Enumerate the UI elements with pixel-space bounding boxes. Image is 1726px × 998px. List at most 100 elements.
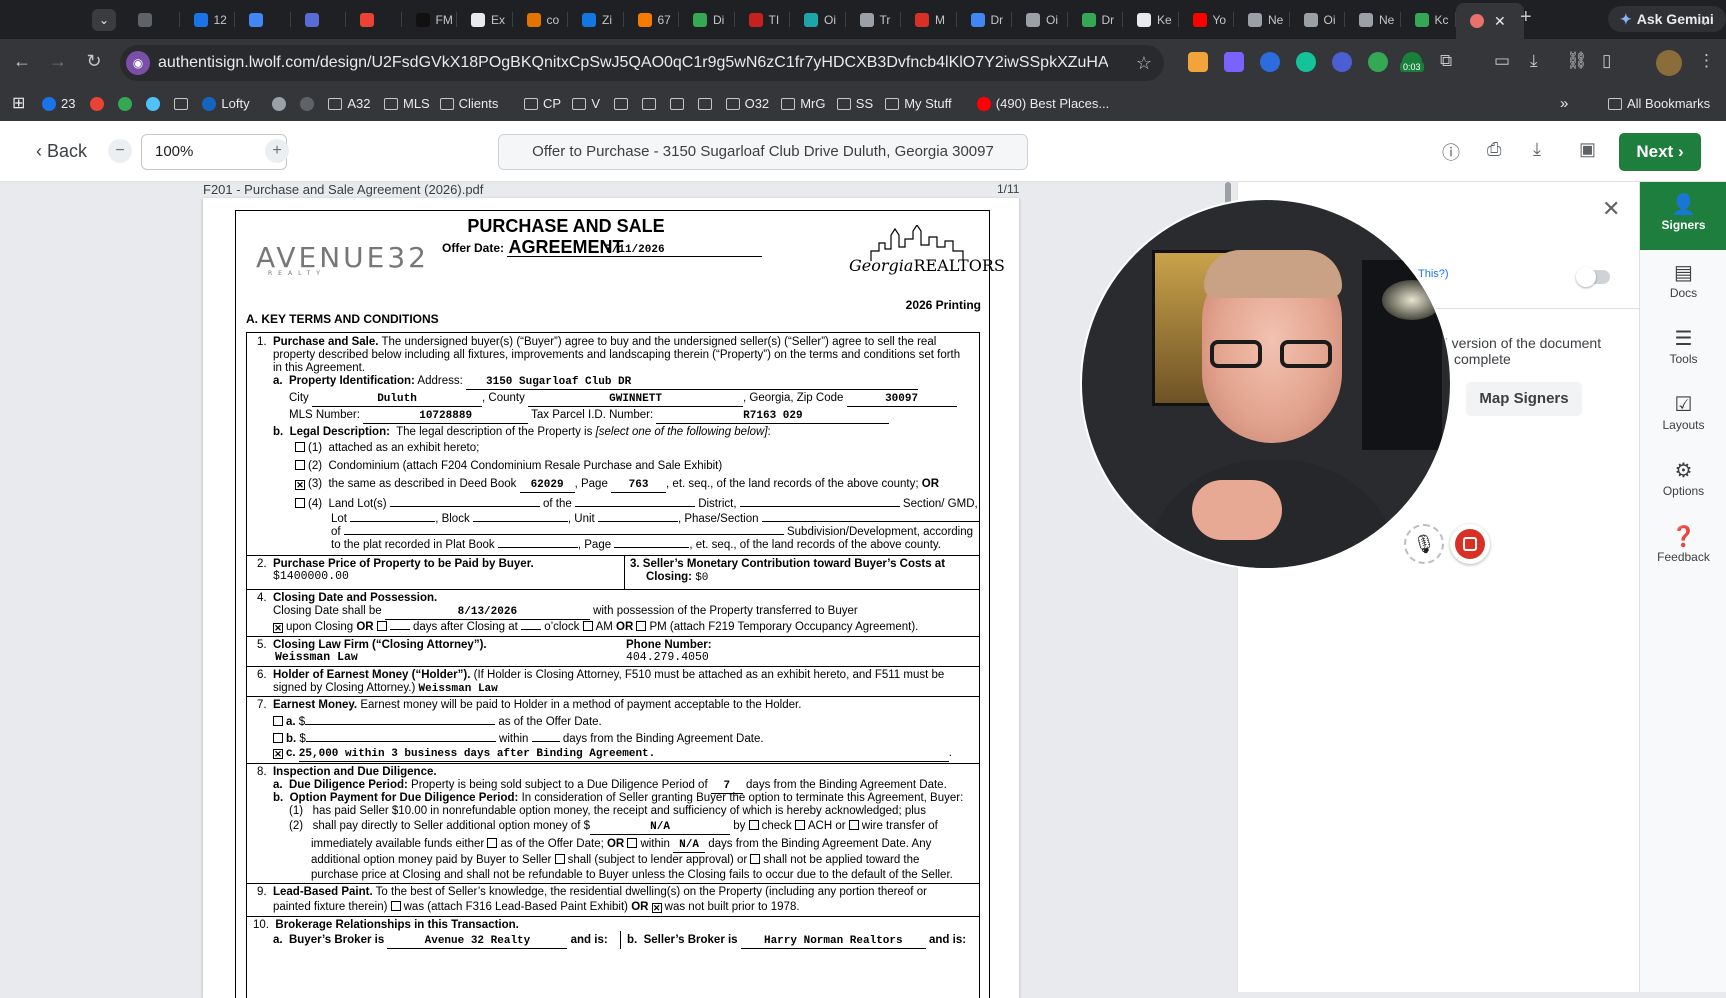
address-bar[interactable]: ◉ authentisign.lwolf.com/design/U2FsdGVk…: [120, 45, 1164, 81]
browser-tab[interactable]: M: [901, 0, 957, 39]
browser-tab[interactable]: [346, 0, 402, 39]
browser-tab[interactable]: Ex: [457, 0, 513, 39]
download-icon[interactable]: ⤓: [1530, 51, 1538, 71]
forward-arrow-icon[interactable]: →: [46, 51, 70, 72]
lead-paint-was-not-checkbox[interactable]: ✕: [651, 903, 662, 913]
browser-tab[interactable]: Yo: [1179, 0, 1235, 39]
browser-tab[interactable]: [124, 0, 180, 39]
closing-date-field[interactable]: 8/13/2026: [384, 605, 590, 620]
extension-icon-6[interactable]: [1368, 52, 1388, 72]
city-field[interactable]: Duluth: [312, 392, 482, 407]
deed-book-field[interactable]: 62029: [519, 478, 575, 493]
map-signers-button[interactable]: Map Signers: [1466, 382, 1582, 416]
bookmark-item[interactable]: Lofty: [202, 87, 250, 121]
earnest-a-checkbox[interactable]: [273, 716, 283, 726]
browser-tab[interactable]: Kc: [1401, 0, 1457, 39]
legal-option-1-checkbox[interactable]: [295, 442, 305, 452]
browser-tab[interactable]: 12: [180, 0, 236, 39]
bookmarks-overflow-icon[interactable]: »: [1560, 87, 1568, 121]
browser-tab[interactable]: TI: [735, 0, 791, 39]
bookmark-item[interactable]: [146, 87, 165, 121]
legal-option-4-checkbox[interactable]: [295, 498, 305, 508]
browser-tab[interactable]: Dr: [957, 0, 1013, 39]
bookmark-item[interactable]: A32: [328, 87, 371, 121]
print-icon[interactable]: ⎙: [1487, 139, 1501, 160]
phone-field[interactable]: 404.279.4050: [626, 651, 709, 665]
browser-tab[interactable]: Oi: [1012, 0, 1068, 39]
extension-icon-3[interactable]: [1260, 52, 1280, 72]
sidebar-item-docs[interactable]: ▤ Docs: [1640, 250, 1726, 314]
bookmark-item[interactable]: MLS: [384, 87, 430, 121]
browser-tab[interactable]: Di: [679, 0, 735, 39]
check-checkbox[interactable]: [748, 820, 759, 830]
bookmark-item[interactable]: V: [572, 87, 600, 121]
sidebar-item-tools[interactable]: ☰ Tools: [1640, 316, 1726, 380]
site-info-icon[interactable]: ◉: [126, 51, 150, 75]
browser-tab[interactable]: Oi: [790, 0, 846, 39]
back-arrow-icon[interactable]: ←: [10, 51, 34, 72]
new-tab-button[interactable]: +: [1520, 6, 1532, 29]
cast-icon[interactable]: ▭: [1494, 51, 1510, 71]
shall-checkbox[interactable]: [554, 854, 565, 864]
address-field[interactable]: 3150 Sugarloaf Club DR: [466, 375, 918, 390]
grammarly-icon[interactable]: [1296, 52, 1316, 72]
sidebar-item-signers[interactable]: 👤 Signers: [1640, 182, 1726, 250]
webcam-bubble[interactable]: [1080, 198, 1452, 570]
pm-checkbox[interactable]: [636, 621, 647, 631]
bookmark-item[interactable]: [697, 87, 717, 121]
browser-tab[interactable]: Dr: [1068, 0, 1124, 39]
seller-broker-field[interactable]: Harry Norman Realtors: [740, 934, 926, 949]
browser-tab[interactable]: FM: [402, 0, 458, 39]
bookmark-item[interactable]: [669, 87, 689, 121]
legal-option-3-checkbox[interactable]: ✕: [295, 480, 305, 490]
bookmark-item[interactable]: Clients: [439, 87, 498, 121]
possession-upon-closing-checkbox[interactable]: ✕: [273, 623, 283, 633]
browser-tab[interactable]: [291, 0, 347, 39]
browser-tab[interactable]: co: [513, 0, 569, 39]
bookmark-item[interactable]: SS: [836, 87, 873, 121]
bookmark-item[interactable]: O32: [725, 87, 769, 121]
browser-tab[interactable]: 67: [624, 0, 680, 39]
back-button[interactable]: ‹ Back: [36, 121, 87, 181]
zoom-in-button[interactable]: +: [265, 139, 289, 163]
earnest-b-checkbox[interactable]: [273, 733, 283, 743]
close-icon[interactable]: ✕: [1602, 196, 1620, 222]
sidebar-item-layouts[interactable]: ☑ Layouts: [1640, 382, 1726, 446]
browser-tab[interactable]: Ne: [1234, 0, 1290, 39]
option-within-field[interactable]: N/A: [673, 838, 706, 853]
deed-page-field[interactable]: 763: [611, 478, 667, 493]
legal-option-2-checkbox[interactable]: [295, 460, 305, 470]
bookmark-item[interactable]: [174, 87, 193, 121]
county-field[interactable]: GWINNETT: [528, 392, 744, 407]
bookmark-item[interactable]: (490) Best Places...: [976, 87, 1109, 121]
bookmark-item[interactable]: MrG: [781, 87, 825, 121]
closing-attorney-field[interactable]: Weissman Law: [275, 651, 358, 665]
offer-date-checkbox[interactable]: [487, 838, 498, 848]
browser-tab[interactable]: Ke: [1123, 0, 1179, 39]
apps-grid-icon[interactable]: ⊞: [12, 87, 25, 121]
mls-field[interactable]: 10728889: [363, 409, 529, 424]
signing-order-toggle[interactable]: [1576, 267, 1610, 287]
bookmark-item[interactable]: [90, 87, 109, 121]
shall-not-checkbox[interactable]: [750, 854, 761, 864]
url-text[interactable]: authentisign.lwolf.com/design/U2FsdGVkX1…: [158, 45, 1108, 81]
bookmark-item[interactable]: [118, 87, 137, 121]
tax-parcel-field[interactable]: R7163 029: [656, 409, 890, 424]
wire-checkbox[interactable]: [848, 820, 859, 830]
all-bookmarks[interactable]: All Bookmarks: [1608, 87, 1710, 121]
side-panel-icon[interactable]: ▯: [1602, 51, 1611, 71]
offer-date-field[interactable]: 7/11/2026: [507, 244, 763, 257]
purchase-price-field[interactable]: $1400000.00: [273, 570, 349, 584]
within-checkbox[interactable]: [627, 838, 638, 848]
bookmark-item[interactable]: My Stuff: [885, 87, 952, 121]
zip-field[interactable]: 30097: [846, 392, 957, 407]
tab-search-dropdown[interactable]: ⌄: [92, 9, 116, 31]
link-icon[interactable]: ⛓: [1566, 51, 1588, 71]
download-icon[interactable]: ⤓: [1533, 139, 1541, 160]
extension-icon-1[interactable]: [1188, 52, 1208, 72]
bookmark-item[interactable]: [300, 87, 319, 121]
browser-tab[interactable]: Ne: [1345, 0, 1401, 39]
seller-contribution-field[interactable]: $0: [695, 572, 708, 584]
bookmark-item[interactable]: 23: [42, 87, 75, 121]
document-title-field[interactable]: Offer to Purchase - 3150 Sugarloaf Club …: [498, 134, 1028, 170]
